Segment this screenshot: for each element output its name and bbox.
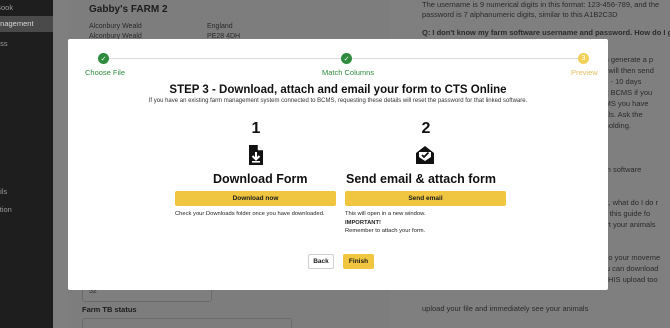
send-email-button[interactable]: Send email — [345, 191, 506, 206]
faq-question: Q: I don't know my farm software usernam… — [422, 28, 670, 37]
sidebar-item[interactable]: Book — [0, 0, 53, 16]
farm-location: Alconbury Weald — [89, 23, 142, 30]
check-icon: ✓ — [341, 53, 352, 64]
faq-question-text: Q: I don't know my farm software usernam… — [422, 28, 670, 37]
download-form-title: Download Form — [213, 172, 308, 186]
back-button[interactable]: Back — [308, 254, 334, 269]
sidebar-item[interactable]: ess — [0, 36, 53, 52]
modal-subtitle: If you have an existing farm management … — [148, 98, 528, 104]
step-current-indicator: 3 — [578, 53, 589, 64]
step-preview: Preview — [571, 68, 598, 77]
farm-tb-status-label: Farm TB status — [82, 305, 137, 314]
farm-country: England — [207, 23, 233, 30]
important-label: IMPORTANT! — [345, 220, 381, 226]
step-choose-file: Choose File — [85, 68, 126, 77]
attach-reminder: Remember to attach your form. — [345, 228, 426, 234]
download-now-button[interactable]: Download now — [175, 191, 336, 206]
sidebar-item-label: anagement — [0, 19, 34, 28]
send-email-title: Send email & attach form — [346, 172, 497, 186]
modal-title: STEP 3 - Download, attach and email your… — [169, 84, 507, 96]
sidebar-item-label: ction — [0, 205, 12, 214]
step-number-1: 1 — [251, 120, 261, 137]
sidebar-item[interactable]: s — [0, 72, 53, 88]
farm-title: Gabby's FARM 2 — [89, 4, 168, 15]
sidebar-item[interactable]: l — [0, 166, 53, 182]
farm-tb-status-select[interactable] — [82, 318, 292, 328]
sidebar-item-label: Book — [0, 3, 14, 12]
download-note: Check your Downloads folder once you hav… — [175, 211, 325, 217]
send-email-note: This will open in a new window. — [345, 211, 426, 217]
sidebar-item-label: ails — [0, 187, 8, 196]
faq-text: password is 7 alphanumeric digits, simil… — [422, 10, 618, 19]
email-attachment-icon — [416, 146, 434, 164]
faq-text: The username is 9 numerical digits in th… — [422, 0, 660, 9]
sidebar: Book anagement ess s s l ails ction — [0, 0, 53, 328]
step-match-columns: Match Columns — [322, 68, 375, 77]
sidebar-item-label: ess — [0, 39, 8, 48]
step-number-2: 2 — [421, 120, 431, 137]
sidebar-item[interactable]: ails — [0, 184, 53, 200]
sidebar-item-management[interactable]: anagement — [0, 16, 53, 32]
finish-button[interactable]: Finish — [343, 254, 374, 269]
sidebar-item[interactable]: ction — [0, 202, 53, 218]
check-icon: ✓ — [98, 53, 109, 64]
download-file-icon — [249, 145, 263, 165]
sidebar-item[interactable]: s — [0, 56, 53, 72]
faq-text: upload your file and immediately see you… — [422, 304, 589, 313]
